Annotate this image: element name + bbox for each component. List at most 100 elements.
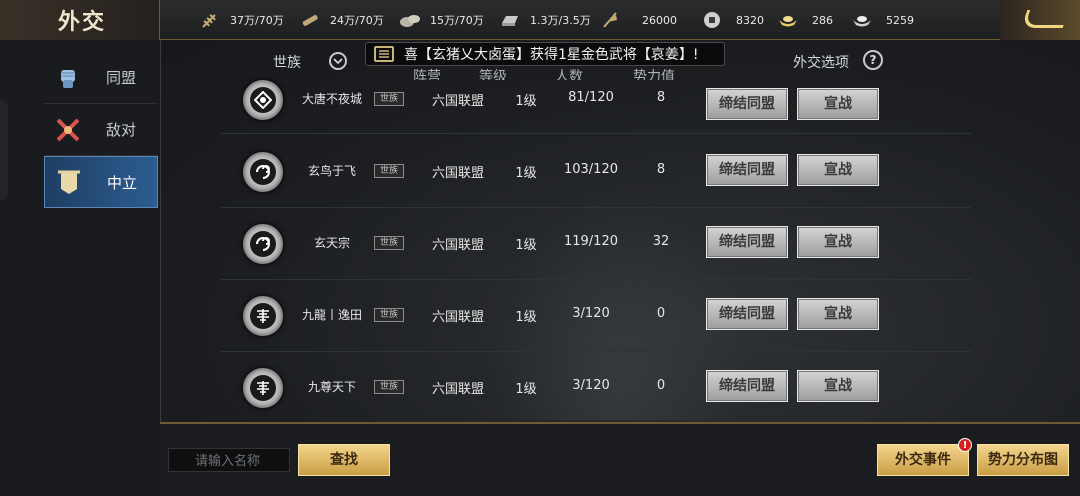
- clan-level: 1级: [515, 166, 537, 181]
- swirl-emblem-icon: [243, 152, 283, 192]
- sidebar-item-neutral[interactable]: 中立: [44, 156, 158, 208]
- search-button[interactable]: 查找: [298, 444, 390, 476]
- announcement-text: 喜【玄猪乂大卤蛋】获得1星金色武将【哀姜】!: [404, 47, 699, 63]
- clan-members: 103/120: [563, 162, 618, 177]
- form-alliance-button[interactable]: 缔结同盟: [706, 226, 788, 258]
- clan-members: 119/120: [563, 234, 618, 249]
- table-row: 大唐不夜城 世族 六国联盟 1级 81/120 8 缔结同盟 宣战: [221, 64, 971, 134]
- sidebar-edge-handle[interactable]: [0, 100, 8, 200]
- clan-power: 32: [652, 234, 670, 249]
- scroll-flag-icon: [45, 162, 93, 202]
- shou-emblem-icon: [243, 368, 283, 408]
- declare-war-button[interactable]: 宣战: [797, 154, 879, 186]
- resource-gold[interactable]: 286: [776, 10, 833, 30]
- resource-value: 286: [812, 13, 833, 27]
- clan-name: 玄天宗: [313, 236, 350, 250]
- clan-tag-badge: 世族: [374, 380, 404, 394]
- sidebar-item-alliance[interactable]: 同盟: [44, 52, 158, 104]
- clan-name: 大唐不夜城: [301, 92, 362, 106]
- clan-tag-badge: 世族: [374, 236, 404, 250]
- power-map-button[interactable]: 势力分布图: [977, 444, 1069, 476]
- table-row: 玄鸟于飞 世族 六国联盟 1级 103/120 8 缔结同盟 宣战: [221, 136, 971, 208]
- clan-name: 九尊天下: [307, 380, 356, 394]
- shou-emblem-icon: [243, 296, 283, 336]
- scroll-icon: [374, 46, 394, 62]
- resource-iron[interactable]: 1.3万/3.5万: [498, 10, 591, 30]
- clan-members: 3/120: [572, 378, 610, 393]
- form-alliance-button[interactable]: 缔结同盟: [706, 298, 788, 330]
- crossed-swords-icon: [44, 110, 92, 150]
- clan-name: 九龍丨逸田: [301, 308, 362, 322]
- declare-war-button[interactable]: 宣战: [797, 298, 879, 330]
- resource-coin[interactable]: 8320: [700, 10, 764, 30]
- table-row: 九龍丨逸田 世族 六国联盟 1级 3/120 0 缔结同盟 宣战: [221, 280, 971, 352]
- announcement-banner: 喜【玄猪乂大卤蛋】获得1星金色武将【哀姜】!: [365, 42, 725, 66]
- clan-power: 8: [656, 90, 666, 105]
- clan-tag-badge: 世族: [374, 92, 404, 106]
- clan-members: 81/120: [568, 90, 614, 105]
- stone-icon: [398, 11, 422, 29]
- sidebar: 同盟 敌对 中立: [0, 40, 160, 496]
- clan-tag-badge: 世族: [374, 308, 404, 322]
- clan-camp: 六国联盟: [431, 94, 484, 109]
- declare-war-button[interactable]: 宣战: [797, 370, 879, 402]
- declare-war-button[interactable]: 宣战: [797, 88, 879, 120]
- title-plate: 外交: [0, 0, 160, 40]
- top-bar: 外交 37万/70万 24万/70万 15万/70万 1.3万/3.5万 260…: [0, 0, 1080, 40]
- back-button[interactable]: [1000, 0, 1080, 40]
- sidebar-item-hostile[interactable]: 敌对: [44, 104, 158, 156]
- resource-value: 15万/70万: [430, 14, 484, 27]
- declare-war-button[interactable]: 宣战: [797, 226, 879, 258]
- diplomacy-screen: 外交 37万/70万 24万/70万 15万/70万 1.3万/3.5万 260…: [0, 0, 1080, 496]
- alert-badge: !: [958, 438, 972, 452]
- clan-camp: 六国联盟: [431, 310, 484, 325]
- clan-power: 8: [656, 162, 666, 177]
- sidebar-item-label: 敌对: [106, 121, 137, 139]
- resource-value: 5259: [886, 13, 914, 27]
- resource-value: 1.3万/3.5万: [530, 14, 591, 27]
- resource-value: 26000: [642, 13, 677, 27]
- clan-level: 1级: [515, 382, 537, 397]
- fist-icon: [44, 58, 92, 98]
- clan-level: 1级: [515, 310, 537, 325]
- clan-level: 1级: [515, 238, 537, 253]
- wood-icon: [298, 11, 322, 29]
- coin-icon: [700, 11, 724, 29]
- back-arrow-icon: [1020, 10, 1070, 28]
- clan-power: 0: [656, 306, 666, 321]
- clan-members: 3/120: [572, 306, 610, 321]
- silver-ingot-icon: [850, 11, 874, 29]
- resource-stone[interactable]: 15万/70万: [398, 10, 484, 30]
- clan-camp: 六国联盟: [431, 238, 484, 253]
- sidebar-item-label: 中立: [107, 173, 138, 192]
- resource-wood[interactable]: 24万/70万: [298, 10, 384, 30]
- clan-level: 1级: [515, 94, 537, 109]
- clan-name: 玄鸟于飞: [307, 164, 356, 178]
- clan-power: 0: [656, 378, 666, 393]
- diplomacy-events-button[interactable]: 外交事件: [877, 444, 969, 476]
- resource-value: 8320: [736, 13, 764, 27]
- resource-wheat[interactable]: 37万/70万: [198, 10, 284, 30]
- resource-value: 24万/70万: [330, 14, 384, 27]
- clan-tag-badge: 世族: [374, 164, 404, 178]
- table-row: 九尊天下 世族 六国联盟 1级 3/120 0 缔结同盟 宣战: [221, 352, 971, 424]
- resource-silver[interactable]: 5259: [850, 10, 914, 30]
- wheat-icon: [198, 11, 222, 29]
- clan-camp: 六国联盟: [431, 382, 484, 397]
- page-title: 外交: [58, 9, 107, 35]
- resource-banner[interactable]: 26000: [598, 10, 677, 30]
- lotus-emblem-icon: [243, 80, 283, 120]
- iron-ingot-icon: [498, 11, 522, 29]
- table-row: 玄天宗 世族 六国联盟 1级 119/120 32 缔结同盟 宣战: [221, 208, 971, 280]
- search-input[interactable]: [168, 448, 290, 472]
- sidebar-item-label: 同盟: [106, 69, 137, 87]
- form-alliance-button[interactable]: 缔结同盟: [706, 154, 788, 186]
- bottom-bar: 查找 外交事件 ! 势力分布图: [160, 422, 1080, 496]
- form-alliance-button[interactable]: 缔结同盟: [706, 370, 788, 402]
- resource-value: 37万/70万: [230, 14, 284, 27]
- banner-icon: [598, 11, 622, 29]
- clan-camp: 六国联盟: [431, 166, 484, 181]
- gold-ingot-icon: [776, 11, 800, 29]
- swirl-emblem-icon: [243, 224, 283, 264]
- form-alliance-button[interactable]: 缔结同盟: [706, 88, 788, 120]
